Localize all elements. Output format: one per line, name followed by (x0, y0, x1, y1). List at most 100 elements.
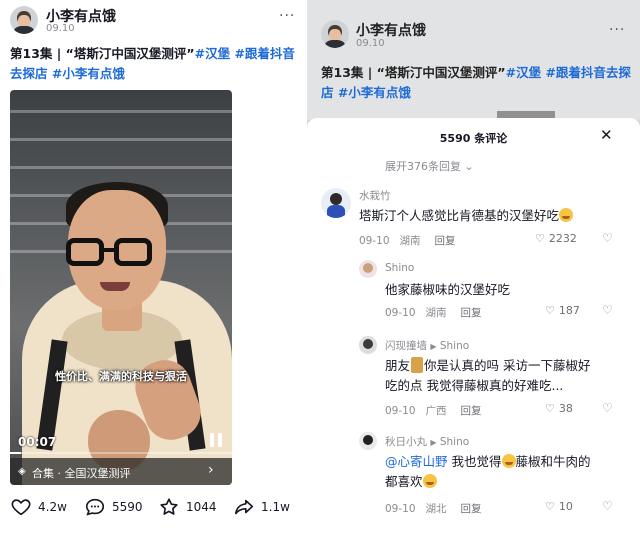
comment-body: 你是认真的吗 采访一下藤椒好 (424, 358, 591, 373)
reply-target-name[interactable]: Shino (440, 436, 469, 448)
comment-button[interactable]: 5590 (84, 495, 143, 519)
mention-link[interactable]: @心寄山野 (385, 454, 448, 469)
heart-outline-icon: ♡ (535, 232, 545, 245)
commenter-avatar[interactable] (359, 432, 377, 450)
comment-text: @心寄山野 我也觉得 藤椒和牛肉的 都喜欢 (385, 452, 635, 492)
comment-location: 湖南 (425, 307, 447, 319)
video-player[interactable]: 性价比、满满的科技与狠活 00:07 ◈ 合集 · 全国汉堡测评 › (10, 90, 232, 485)
comment-like-count: 2232 (548, 232, 577, 245)
laugh-cry-emoji-icon (422, 474, 437, 488)
collection-bar[interactable]: ◈ 合集 · 全国汉堡测评 › (10, 458, 232, 485)
stack-icon: ◈ (18, 466, 26, 477)
reply-arrow-icon: ▶ (430, 342, 437, 351)
more-options-icon[interactable]: ··· (279, 8, 295, 24)
dislike-icon[interactable]: ♡ (602, 499, 613, 513)
dislike-icon[interactable]: ♡ (602, 401, 613, 415)
sticker-emoji-icon (411, 357, 424, 373)
comment-like-button[interactable]: ♡ 38 (545, 402, 573, 415)
reply-button[interactable]: 回复 (461, 307, 482, 319)
heart-outline-icon: ♡ (545, 402, 555, 415)
heart-outline-icon: ♡ (545, 304, 555, 317)
commenter-name[interactable]: Shino (385, 262, 414, 274)
reply-button[interactable]: 回复 (435, 235, 456, 247)
comment-text: 塔斯汀个人感觉比肯德基的汉堡好吃 (359, 206, 574, 226)
share-count: 1.1w (261, 500, 290, 514)
commenter-name-text[interactable]: 闪现撞墙 (385, 340, 427, 352)
comment-meta: 09-10 湖北 回复 (385, 501, 482, 516)
dislike-icon[interactable]: ♡ (602, 231, 613, 245)
comment-body: 都喜欢 (385, 474, 423, 489)
like-button[interactable]: 4.2w (10, 495, 67, 519)
comment-icon (85, 498, 105, 516)
comment-text: 朋友 你是认真的吗 采访一下藤椒好 吃的点 我觉得藤椒真的好难吃... (385, 356, 635, 396)
close-icon[interactable]: ✕ (600, 126, 613, 144)
video-post-panel: 小李有点饿 09.10 ··· 第13集 | “塔斯汀中国汉堡测评”#汉堡 #跟… (0, 0, 306, 546)
post-caption: 第13集 | “塔斯汀中国汉堡测评”#汉堡 #跟着抖音去探店 #小李有点饿 (321, 63, 633, 103)
expand-replies-link[interactable]: 展开376条回复 ⌄ (385, 158, 474, 174)
laugh-cry-emoji-icon (501, 454, 516, 468)
comments-sheet: 5590 条评论 ✕ 展开376条回复 ⌄ 水栽竹 塔斯汀个人感觉比肯德基的汉堡… (307, 118, 640, 546)
pause-icon[interactable] (210, 433, 222, 447)
comment-like-count: 10 (558, 500, 573, 513)
comment-meta: 09-10 湖南 回复 (359, 233, 456, 248)
hashtag-link[interactable]: #汉堡 (506, 65, 541, 80)
author-name[interactable]: 小李有点饿 (356, 20, 426, 40)
author-avatar[interactable] (10, 6, 38, 34)
hashtag-link[interactable]: #小李有点饿 (338, 85, 411, 100)
hashtag-link[interactable]: #汉堡 (195, 46, 230, 61)
comment-date: 09-10 (385, 405, 416, 417)
commenter-name-text[interactable]: 秋日小丸 (385, 436, 427, 448)
comment-like-count: 187 (558, 304, 580, 317)
comment-meta: 09-10 湖南 回复 (385, 305, 482, 320)
reply-button[interactable]: 回复 (461, 405, 482, 417)
more-options-icon[interactable]: ··· (609, 22, 625, 38)
comments-title: 5590 条评论 (439, 132, 508, 145)
favorite-count: 1044 (186, 500, 217, 514)
author-avatar[interactable] (321, 20, 349, 48)
comment-location: 湖南 (399, 235, 421, 247)
comment-location: 广西 (425, 405, 447, 417)
post-date: 09.10 (46, 23, 75, 34)
comment-like-button[interactable]: ♡ 187 (545, 304, 580, 317)
heart-outline-icon: ♡ (545, 500, 555, 513)
commenter-name[interactable]: 水栽竹 (359, 188, 391, 203)
share-icon (234, 499, 254, 515)
dislike-icon[interactable]: ♡ (602, 303, 613, 317)
comment-date: 09-10 (385, 503, 416, 515)
comment-count: 5590 (112, 500, 143, 514)
post-caption: 第13集 | “塔斯汀中国汉堡测评”#汉堡 #跟着抖音去探店 #小李有点饿 (10, 44, 302, 84)
reply-button[interactable]: 回复 (461, 503, 482, 515)
caption-text: 第13集 | “塔斯汀中国汉堡测评” (10, 46, 195, 61)
comment-body: 朋友 (385, 358, 411, 373)
video-time: 00:07 (18, 435, 57, 449)
comment-like-button[interactable]: ♡ 10 (545, 500, 573, 513)
reply-target-name[interactable]: Shino (440, 340, 469, 352)
comment-location: 湖北 (425, 503, 447, 515)
comment-body: 藤椒和牛肉的 (515, 454, 591, 469)
comment-like-button[interactable]: ♡ 2232 (535, 232, 577, 245)
video-progress-fill (10, 452, 22, 454)
caption-text: 第13集 | “塔斯汀中国汉堡测评” (321, 65, 506, 80)
expand-replies-label: 展开376条回复 (385, 160, 461, 173)
reply-item: Shino 他家藤椒味的汉堡好吃 09-10 湖南 回复 ♡ 187 ♡ (359, 260, 631, 322)
comment-item: 水栽竹 塔斯汀个人感觉比肯德基的汉堡好吃 09-10 湖南 回复 ♡ 2232 ♡ (321, 188, 631, 250)
comment-like-count: 38 (558, 402, 573, 415)
hashtag-link[interactable]: #小李有点饿 (52, 66, 125, 81)
comment-body: 吃的点 我觉得藤椒真的好难吃... (385, 378, 564, 393)
video-progress-bar[interactable] (10, 452, 232, 454)
comment-date: 09-10 (385, 307, 416, 319)
laugh-cry-emoji-icon (559, 208, 574, 222)
favorite-button[interactable]: 1044 (158, 495, 217, 519)
commenter-avatar[interactable] (359, 260, 377, 278)
comment-body: 我也觉得 (451, 454, 502, 469)
reply-arrow-icon: ▶ (430, 438, 437, 447)
share-button[interactable]: 1.1w (233, 495, 290, 519)
dimmed-post-header: 小李有点饿 09.10 ··· 第13集 | “塔斯汀中国汉堡测评”#汉堡 #跟… (307, 0, 640, 121)
chevron-right-icon: › (208, 462, 214, 478)
commenter-avatar[interactable] (321, 188, 351, 218)
commenter-avatar[interactable] (359, 336, 377, 354)
comment-text: 他家藤椒味的汉堡好吃 (385, 282, 511, 297)
commenter-name: 秋日小丸 ▶ Shino (385, 434, 469, 449)
commenter-name: 闪现撞墙 ▶ Shino (385, 338, 469, 353)
heart-icon (11, 499, 31, 516)
